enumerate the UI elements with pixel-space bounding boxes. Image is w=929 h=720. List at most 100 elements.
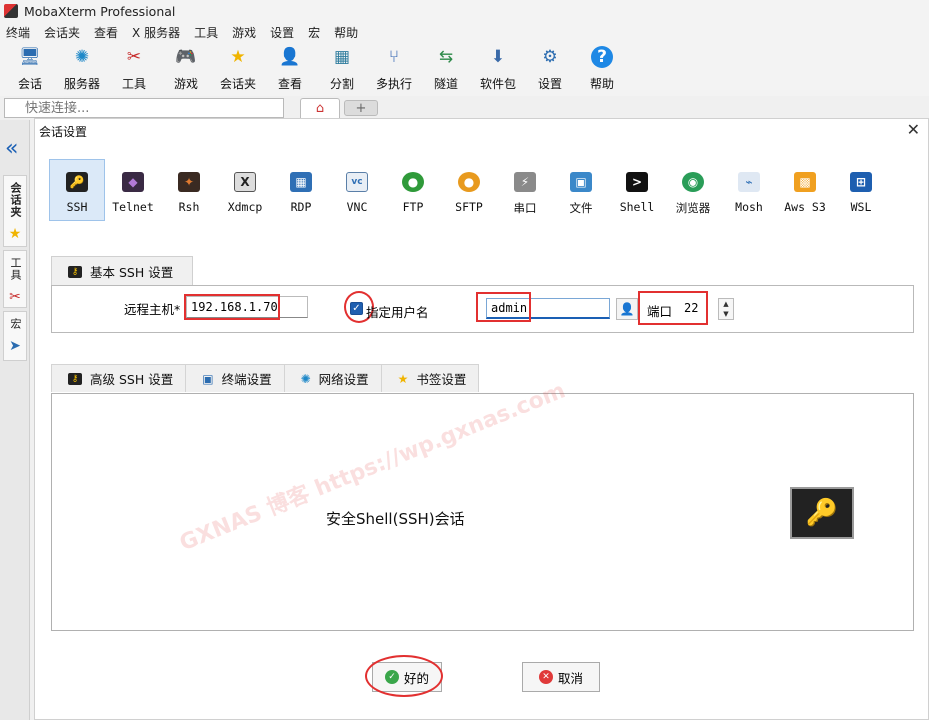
protocol-xdmcp[interactable]: X Xdmcp: [217, 159, 273, 221]
help-icon: ?: [591, 46, 613, 68]
rsh-icon: ✦: [178, 172, 200, 192]
user-manager-button[interactable]: 👤: [616, 298, 638, 320]
toolbar-label: 隧道: [433, 77, 458, 91]
spin-up-icon[interactable]: ▲: [723, 300, 728, 308]
toolbar-label: 游戏: [173, 77, 198, 91]
close-icon[interactable]: ✕: [907, 121, 920, 139]
protocol-sftp[interactable]: ● SFTP: [441, 159, 497, 221]
toolbar-label: 会话: [17, 77, 42, 91]
protocol-aws-s3[interactable]: ▩ Aws S3: [777, 159, 833, 221]
toolbar-session-button[interactable]: 🖥 会话: [4, 42, 56, 96]
tab-basic-ssh-settings[interactable]: ⚷ 基本 SSH 设置: [51, 256, 193, 286]
protocol-telnet[interactable]: ◆ Telnet: [105, 159, 161, 221]
toolbar-games-button[interactable]: 🎮 游戏: [160, 42, 212, 96]
toolbar-label: 设置: [537, 77, 562, 91]
sidebar-tab-label: 工具: [9, 257, 22, 281]
home-icon: ⌂: [315, 101, 325, 116]
specify-username-label: 指定用户名: [366, 305, 429, 320]
tab-advanced-ssh-settings[interactable]: ⚷ 高级 SSH 设置: [51, 364, 187, 392]
tools-icon: ✂: [9, 289, 21, 305]
protocol-mosh[interactable]: ⌁ Mosh: [721, 159, 777, 221]
cancel-label: 取消: [557, 670, 583, 686]
menu-xserver[interactable]: X 服务器: [132, 24, 180, 41]
check-icon: ✓: [384, 670, 399, 684]
home-tab[interactable]: ⌂: [300, 98, 340, 118]
tab-network-settings[interactable]: ✺ 网络设置: [283, 364, 382, 392]
toolbar-split-button[interactable]: ▦ 分割: [316, 42, 368, 96]
username-input[interactable]: admin: [486, 298, 610, 319]
toolbar-label: 工具: [121, 77, 146, 91]
menu-games[interactable]: 游戏: [232, 24, 256, 41]
menu-sessions[interactable]: 会话夹: [44, 24, 80, 41]
star-icon: ★: [397, 371, 409, 386]
protocol-ftp[interactable]: ● FTP: [385, 159, 441, 221]
shell-icon: >: [626, 172, 648, 192]
toolbar-servers-button[interactable]: ✺ 服务器: [56, 42, 108, 96]
session-description: 安全Shell(SSH)会话: [326, 510, 465, 528]
protocol-label: FTP: [402, 200, 424, 214]
tab-bookmark-settings[interactable]: ★ 书签设置: [380, 364, 480, 392]
toolbar-tunnel-button[interactable]: ⇆ 隧道: [420, 42, 472, 96]
toolbar-favorites-button[interactable]: ★ 会话夹: [212, 42, 264, 96]
menu-macros[interactable]: 宏: [308, 24, 320, 41]
ok-label: 好的: [403, 670, 429, 686]
toolbar-label: 软件包: [479, 77, 516, 91]
protocol-rdp[interactable]: ▦ RDP: [273, 159, 329, 221]
tab-label: 高级 SSH 设置: [90, 372, 174, 387]
key-icon: 🔑: [66, 172, 88, 192]
cancel-button[interactable]: ✕ 取消: [522, 662, 600, 692]
protocol-label: SFTP: [455, 200, 483, 214]
menu-tools[interactable]: 工具: [194, 24, 218, 41]
protocol-wsl[interactable]: ⊞ WSL: [833, 159, 889, 221]
title-bar: MobaXterm Professional: [0, 0, 929, 22]
sidebar-tab-tools[interactable]: 工具 ✂: [3, 250, 27, 308]
tunnel-icon: ⇆: [438, 47, 454, 67]
protocol-serial[interactable]: ⚡ 串口: [497, 159, 553, 221]
toolbar-settings-button[interactable]: ⚙ 设置: [524, 42, 576, 96]
toolbar-view-button[interactable]: 👤 查看: [264, 42, 316, 96]
protocol-browser[interactable]: ◉ 浏览器: [665, 159, 721, 221]
menu-help[interactable]: 帮助: [334, 24, 358, 41]
settings-icon: ⚙: [542, 47, 558, 67]
tab-label: 网络设置: [318, 372, 369, 387]
quick-connect-input[interactable]: [4, 98, 284, 118]
menu-terminal[interactable]: 终端: [6, 24, 30, 41]
remote-host-input[interactable]: 192.168.1.70: [186, 296, 308, 318]
collapse-sidebar-icon[interactable]: «: [5, 138, 18, 160]
sidebar-tab-sessions[interactable]: 会话夹 ★: [3, 175, 27, 247]
protocol-label: Mosh: [735, 200, 763, 214]
sidebar-tab-macros[interactable]: 宏 ➤: [3, 311, 27, 361]
toolbar-tools-button[interactable]: ✂ 工具: [108, 42, 160, 96]
xdmcp-icon: X: [234, 172, 256, 192]
protocol-ssh[interactable]: 🔑 SSH: [49, 159, 105, 221]
menu-settings[interactable]: 设置: [270, 24, 294, 41]
toolbar-help-button[interactable]: ? 帮助: [576, 42, 628, 96]
protocol-vnc[interactable]: vc VNC: [329, 159, 385, 221]
port-spinner[interactable]: ▲ ▼: [718, 298, 734, 320]
main-toolbar: 🖥 会话 ✺ 服务器 ✂ 工具 🎮 游戏 ★ 会话夹 👤 查看 ▦ 分割 ⑂ 多执行 ⇆ 隧道 ⬇…: [0, 42, 929, 96]
port-input[interactable]: 22: [682, 297, 704, 319]
spin-down-icon[interactable]: ▼: [723, 310, 728, 318]
tab-terminal-settings[interactable]: ▣ 终端设置: [185, 364, 285, 392]
specify-username-checkbox[interactable]: ✓: [350, 302, 363, 315]
protocol-shell[interactable]: > Shell: [609, 159, 665, 221]
new-tab-button[interactable]: +: [344, 100, 378, 116]
send-icon: ➤: [9, 338, 21, 354]
advanced-settings-panel: 安全Shell(SSH)会话 🔑: [51, 393, 914, 631]
games-icon: 🎮: [175, 47, 197, 67]
rdp-icon: ▦: [290, 172, 312, 192]
toolbar-multiexec-button[interactable]: ⑂ 多执行: [368, 42, 420, 96]
toolbar-packages-button[interactable]: ⬇ 软件包: [472, 42, 524, 96]
sidebar-tab-label: 宏: [9, 318, 22, 330]
ok-button[interactable]: ✓ 好的: [372, 662, 442, 692]
terminal-icon: ▣: [202, 371, 214, 386]
menu-view[interactable]: 查看: [94, 24, 118, 41]
user-icon: 👤: [619, 302, 635, 316]
basic-ssh-settings-panel: 远程主机* 192.168.1.70 ✓ 指定用户名 admin 👤 端口 22…: [51, 285, 914, 333]
protocol-rsh[interactable]: ✦ Rsh: [161, 159, 217, 221]
cubes-icon: ▩: [794, 172, 816, 192]
toolbar-label: 会话夹: [219, 77, 256, 91]
mobaxterm-logo-icon: [4, 4, 18, 18]
globe-icon: ◉: [682, 172, 704, 192]
protocol-file[interactable]: ▣ 文件: [553, 159, 609, 221]
